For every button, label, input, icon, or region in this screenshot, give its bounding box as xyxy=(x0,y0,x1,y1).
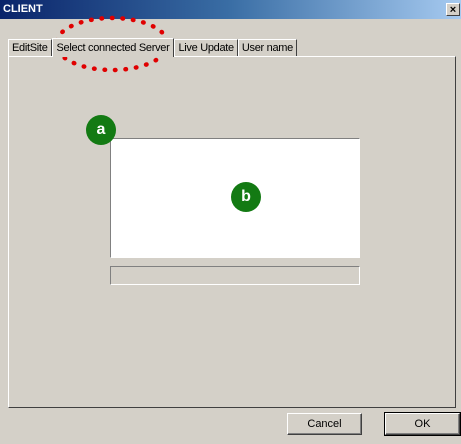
ok-button[interactable]: OK xyxy=(384,412,461,436)
tab-user-name[interactable]: User name xyxy=(237,39,297,56)
client-window: CLIENT × EditSite Select connected Serve… xyxy=(0,0,461,444)
marker-a: a xyxy=(86,115,116,145)
tab-select-connected-server[interactable]: Select connected Server xyxy=(51,38,175,57)
tab-editsite[interactable]: EditSite xyxy=(8,39,52,56)
tab-strip: EditSite Select connected Server Live Up… xyxy=(8,37,297,57)
tab-live-update[interactable]: Live Update xyxy=(174,39,238,56)
marker-b: b xyxy=(231,182,261,212)
window-title: CLIENT xyxy=(3,3,43,15)
server-text-field[interactable] xyxy=(110,266,360,285)
cancel-button[interactable]: Cancel xyxy=(287,413,362,435)
close-button[interactable]: × xyxy=(446,3,460,16)
